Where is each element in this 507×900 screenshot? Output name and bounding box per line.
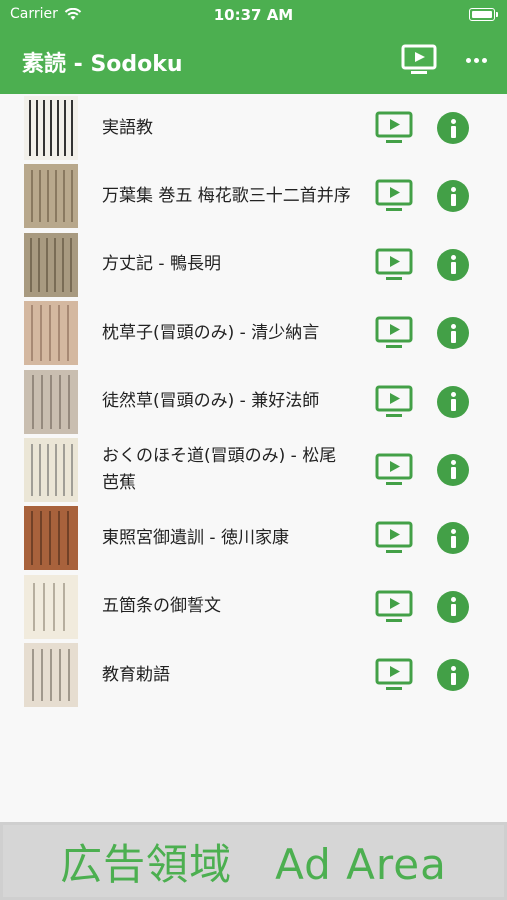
tv-play-icon[interactable] [375,590,413,624]
manuscript-thumbnail [24,369,78,434]
item-title: おくのほそ道(冒頭のみ) - 松尾芭蕉 [102,445,337,493]
manuscript-thumbnail [24,506,78,571]
item-title: 教育勅語 [102,664,170,685]
tv-play-icon[interactable] [401,44,437,76]
manuscript-thumbnail [24,643,78,708]
tv-play-icon[interactable] [375,316,413,350]
tv-play-icon[interactable] [375,111,413,145]
battery-icon [469,8,498,21]
manuscript-thumbnail [24,301,78,366]
item-title: 東照宮御遺訓 - 徳川家康 [102,527,289,548]
list-item[interactable]: 実語教 [0,94,507,162]
tv-play-icon[interactable] [375,453,413,487]
tv-play-icon[interactable] [375,658,413,692]
status-bar: Carrier 10:37 AM [0,0,507,30]
item-title: 五箇条の御誓文 [102,596,221,617]
info-icon[interactable] [437,385,469,418]
status-time: 10:37 AM [213,6,294,24]
info-icon[interactable] [437,180,469,213]
item-title: 方丈記 - 鴨長明 [102,254,221,275]
navigation-bar: 素読 - Sodoku [0,30,507,94]
info-icon[interactable] [437,590,469,623]
list-item[interactable]: 教育勅語 [0,641,507,709]
list-item[interactable]: 方丈記 - 鴨長明 [0,231,507,299]
info-icon[interactable] [437,453,469,486]
text-list: 実語教 万葉集 巻五 梅花歌三十二首并序 方丈記 - 鴨長明 枕草子(冒頭のみ)… [0,94,507,710]
item-title: 枕草子(冒頭のみ) - 清少納言 [102,322,320,343]
manuscript-thumbnail [24,164,78,229]
more-horizontal-icon[interactable] [462,48,490,72]
manuscript-thumbnail [24,437,78,502]
ad-label: 広告領域 Ad Area [60,839,447,889]
manuscript-thumbnail [24,96,78,160]
tv-play-icon[interactable] [375,521,413,555]
ad-banner[interactable]: 広告領域 Ad Area [0,822,507,900]
page-title: 素読 - Sodoku [22,52,183,77]
tv-play-icon[interactable] [375,248,413,282]
info-icon[interactable] [437,659,469,692]
manuscript-thumbnail [24,574,78,639]
info-icon[interactable] [437,248,469,281]
item-title: 実語教 [102,117,153,138]
tv-play-icon[interactable] [375,179,413,213]
info-icon[interactable] [437,522,469,555]
item-title: 万葉集 巻五 梅花歌三十二首并序 [102,185,351,206]
list-item[interactable]: 万葉集 巻五 梅花歌三十二首并序 [0,162,507,230]
info-icon[interactable] [437,112,469,144]
list-item[interactable]: 五箇条の御誓文 [0,573,507,641]
info-icon[interactable] [437,317,469,350]
list-item[interactable]: おくのほそ道(冒頭のみ) - 松尾芭蕉 [0,436,507,504]
tv-play-icon[interactable] [375,385,413,419]
list-item[interactable]: 枕草子(冒頭のみ) - 清少納言 [0,299,507,367]
list-item[interactable]: 東照宮御遺訓 - 徳川家康 [0,504,507,572]
list-item[interactable]: 徒然草(冒頭のみ) - 兼好法師 [0,368,507,436]
item-title: 徒然草(冒頭のみ) - 兼好法師 [102,391,320,412]
manuscript-thumbnail [24,232,78,297]
